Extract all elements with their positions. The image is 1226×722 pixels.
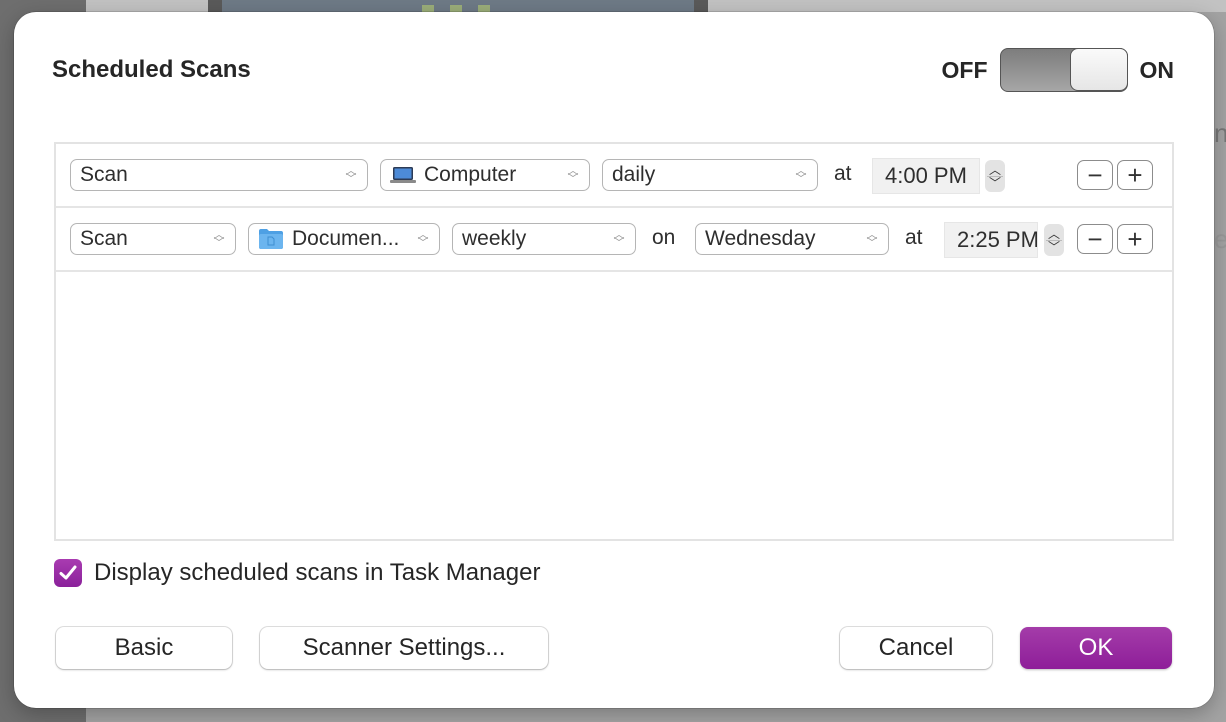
chevron-updown-icon: ︿ ﹀ [795,165,807,185]
toggle-on-label: ON [1139,56,1175,83]
schedule-on-off-toggle[interactable] [999,48,1128,92]
display-in-task-manager-option[interactable]: Display scheduled scans in Task Manager [54,559,540,587]
at-label: at [834,162,852,185]
schedule-toggle-group: OFF ON [941,48,1175,92]
remove-schedule-button[interactable]: − [1077,224,1113,254]
frequency-popup[interactable]: daily ︿ ﹀ [602,159,818,191]
cancel-button[interactable]: Cancel [840,627,992,669]
frequency-value: weekly [462,227,527,250]
scheduled-scans-dialog: Scheduled Scans OFF ON Scan ︿ ﹀ Computer… [14,12,1214,708]
folder-icon [258,228,284,250]
target-popup[interactable]: Computer ︿ ﹀ [380,159,590,191]
background-image-detail [422,5,434,12]
chevron-updown-icon: ︿ ﹀ [345,165,357,185]
chevron-updown-icon: ︿ ﹀ [567,165,579,185]
stepper-up-icon[interactable]: ︿ [989,164,1001,176]
action-popup[interactable]: Scan ︿ ﹀ [70,223,236,255]
day-popup[interactable]: Wednesday ︿ ﹀ [695,223,889,255]
schedule-row: Scan ︿ ﹀ Documen... ︿ ﹀ weekly ︿ ﹀ on We… [56,208,1172,272]
on-label: on [652,226,676,249]
target-popup[interactable]: Documen... ︿ ﹀ [248,223,440,255]
chevron-updown-icon: ︿ ﹀ [866,229,878,249]
chevron-updown-icon: ︿ ﹀ [613,229,625,249]
toggle-off-label: OFF [941,56,988,83]
laptop-icon [390,166,416,184]
background-text: n [1214,118,1226,148]
time-stepper[interactable]: ︿ ﹀ [1044,224,1064,256]
display-in-task-manager-checkbox[interactable] [54,559,82,587]
stepper-up-icon[interactable]: ︿ [1048,228,1060,240]
background-text: e [1214,224,1226,254]
background-image-detail [478,5,490,12]
basic-button[interactable]: Basic [56,627,232,669]
schedule-list: Scan ︿ ﹀ Computer ︿ ﹀ daily ︿ ﹀ at 4:00 … [54,142,1174,541]
chevron-updown-icon: ︿ ﹀ [417,229,429,249]
time-field[interactable]: 4:00 PM [872,158,980,194]
stepper-down-icon[interactable]: ﹀ [1048,241,1060,253]
display-in-task-manager-label: Display scheduled scans in Task Manager [94,559,541,586]
toggle-knob[interactable] [1069,48,1128,91]
at-label: at [905,226,923,249]
remove-schedule-button[interactable]: − [1077,160,1113,190]
action-value: Scan [80,227,128,250]
time-field[interactable]: 2:25 PM [944,222,1038,258]
background-image-detail [450,5,462,12]
schedule-row: Scan ︿ ﹀ Computer ︿ ﹀ daily ︿ ﹀ at 4:00 … [56,144,1172,208]
frequency-value: daily [612,163,656,186]
add-schedule-button[interactable]: + [1117,224,1153,254]
time-stepper[interactable]: ︿ ﹀ [985,160,1005,192]
frequency-popup[interactable]: weekly ︿ ﹀ [452,223,636,255]
target-value: Computer [424,163,517,186]
action-value: Scan [80,163,128,186]
action-popup[interactable]: Scan ︿ ﹀ [70,159,368,191]
dialog-title: Scheduled Scans [52,56,251,83]
scanner-settings-button[interactable]: Scanner Settings... [260,627,548,669]
add-schedule-button[interactable]: + [1117,160,1153,190]
background-image [208,0,708,12]
chevron-updown-icon: ︿ ﹀ [213,229,225,249]
checkmark-icon [59,565,77,580]
day-value: Wednesday [705,227,816,250]
target-value: Documen... [292,227,400,250]
stepper-down-icon[interactable]: ﹀ [989,177,1001,189]
ok-button[interactable]: OK [1020,627,1172,669]
